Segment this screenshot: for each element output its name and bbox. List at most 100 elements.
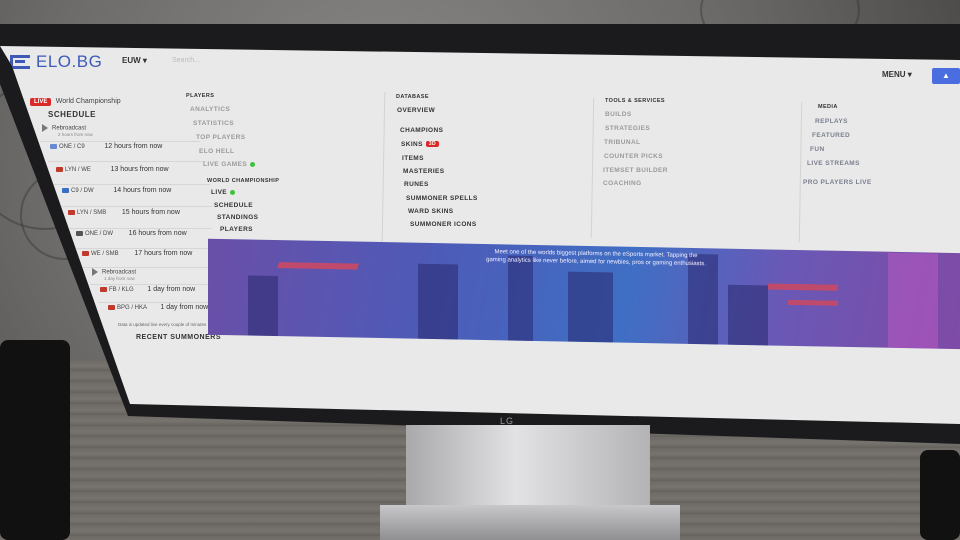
divider <box>98 302 216 303</box>
row-teams: Rebroadcast <box>102 269 137 276</box>
schedule-row[interactable]: Rebroadcast 2 hours from now <box>42 124 93 137</box>
menu-link[interactable]: STRATEGIES <box>605 125 650 132</box>
menu-button[interactable]: MENU ▾ <box>882 70 912 79</box>
menu-link[interactable]: PLAYERS <box>220 226 253 233</box>
divider <box>90 284 214 285</box>
user-button[interactable]: ▲ <box>932 68 960 84</box>
update-note: Data is updated live every couple of min… <box>118 322 207 327</box>
right-speaker <box>920 450 960 540</box>
menu-link[interactable]: PRO PLAYERS LIVE <box>803 179 872 186</box>
world-championship-heading: WORLD CHAMPIONSHIP <box>207 178 280 184</box>
schedule-row[interactable]: BPG / HKA 1 day from now <box>108 304 208 311</box>
live-dot-icon <box>230 189 236 195</box>
menu-link[interactable]: RUNES <box>404 181 429 188</box>
menu-link[interactable]: ITEMS <box>402 155 424 162</box>
menu-link-label: SKINS <box>401 141 423 148</box>
row-time: 1 day from now <box>147 286 196 293</box>
menu-link[interactable]: TOP PLAYERS <box>196 134 245 141</box>
menu-link[interactable]: STANDINGS <box>217 214 258 221</box>
region-label: EUW <box>122 56 141 65</box>
menu-link[interactable]: SCHEDULE <box>214 202 253 209</box>
monitor-brand-logo: LG <box>500 416 515 426</box>
menu-link[interactable]: COACHING <box>603 180 642 187</box>
menu-link[interactable]: LIVE <box>211 189 236 196</box>
chevron-down-icon: ▾ <box>907 70 912 79</box>
menu-link[interactable]: MASTERIES <box>403 168 445 175</box>
monitor-stand <box>406 425 650 515</box>
column-divider <box>798 102 803 242</box>
live-dot-icon <box>250 161 256 167</box>
search-input[interactable]: Search... <box>172 57 200 64</box>
row-time: 1 day from now <box>160 304 209 311</box>
team-logo-icon <box>82 250 89 256</box>
row-time: 17 hours from now <box>134 250 193 257</box>
menu-link[interactable]: STATISTICS <box>193 120 234 127</box>
column-divider <box>381 92 386 242</box>
database-heading: DATABASE <box>396 94 429 100</box>
live-link-label: World Championship <box>55 98 121 105</box>
row-teams: C9 / DW <box>71 188 94 194</box>
team-logo-icon <box>68 209 75 215</box>
menu-link[interactable]: ANALYTICS <box>190 106 230 113</box>
row-time: 13 hours from now <box>110 166 169 173</box>
media-heading: MEDIA <box>818 104 838 110</box>
pagoda-roof <box>276 262 360 270</box>
schedule-row[interactable]: C9 / DW 14 hours from now <box>62 187 171 194</box>
elo-logo-icon <box>10 55 30 69</box>
row-sub: 1 day from now <box>104 276 135 281</box>
menu-link[interactable]: LIVE STREAMS <box>807 160 860 167</box>
menu-link[interactable]: OVERVIEW <box>397 107 435 114</box>
banner-building <box>728 284 768 346</box>
team-logo-icon <box>108 304 115 310</box>
schedule-row[interactable]: FB / KLG 1 day from now <box>100 286 195 293</box>
row-teams: LYN / SMB <box>77 210 107 216</box>
tools-heading: TOOLS & SERVICES <box>605 98 665 104</box>
schedule-row[interactable]: LYN / WE 13 hours from now <box>56 166 169 173</box>
menu-link[interactable]: SUMMONER ICONS <box>410 221 477 228</box>
chevron-down-icon: ▾ <box>142 56 147 65</box>
browser-screen: ELO.BG EUW ▾ Search... MENU ▾ ▲ LIVE Wor… <box>0 46 960 424</box>
divider <box>40 141 200 142</box>
menu-link[interactable]: COUNTER PICKS <box>604 153 663 160</box>
menu-link[interactable]: BUILDS <box>605 111 632 118</box>
menu-link[interactable]: SUMMONER SPELLS <box>406 195 478 202</box>
schedule-row[interactable]: WE / SMB 17 hours from now <box>82 250 192 257</box>
pagoda-roof <box>788 299 838 306</box>
schedule-row[interactable]: LYN / SMB 15 hours from now <box>68 209 180 216</box>
pagoda-roof <box>768 283 838 291</box>
menu-link[interactable]: ITEMSET BUILDER <box>603 167 668 174</box>
menu-link[interactable]: FEATURED <box>812 132 850 139</box>
column-divider <box>590 98 595 238</box>
team-logo-icon <box>56 166 63 172</box>
schedule-row[interactable]: ONE / DW 16 hours from now <box>76 230 187 237</box>
row-time: 15 hours from now <box>121 209 180 216</box>
user-icon: ▲ <box>942 71 950 80</box>
live-badge: LIVE <box>30 98 52 106</box>
region-selector[interactable]: EUW ▾ <box>122 56 147 65</box>
schedule-row[interactable]: Rebroadcast 1 day from now <box>92 268 136 281</box>
live-championship-link[interactable]: LIVE World Championship <box>30 90 121 108</box>
menu-label: MENU <box>882 70 906 79</box>
menu-link[interactable]: FUN <box>810 146 825 153</box>
team-logo-icon <box>100 286 107 292</box>
players-heading: PLAYERS <box>186 93 215 99</box>
play-icon <box>92 268 98 276</box>
hero-banner: Meet one of the worlds biggest platforms… <box>208 238 960 350</box>
row-time: 14 hours from now <box>113 187 172 194</box>
menu-link-label: LIVE <box>211 189 228 196</box>
menu-link[interactable]: TRIBUNAL <box>604 139 640 146</box>
menu-link[interactable]: REPLAYS <box>815 118 848 125</box>
menu-link[interactable]: CHAMPIONS <box>400 127 443 134</box>
row-teams: BPG / HKA <box>117 305 147 311</box>
site-logo[interactable]: ELO.BG <box>10 52 102 72</box>
menu-link-label: LIVE GAMES <box>203 161 248 168</box>
menu-link[interactable]: ELO HELL <box>199 148 234 155</box>
menu-link[interactable]: WARD SKINS <box>408 208 454 215</box>
row-sub: 2 hours from now <box>58 132 93 137</box>
schedule-row[interactable]: ONE / C9 12 hours from now <box>50 143 162 150</box>
menu-link[interactable]: LIVE GAMES <box>203 161 256 168</box>
3d-badge: 3D <box>425 141 440 148</box>
row-teams: WE / SMB <box>91 251 119 257</box>
menu-link[interactable]: SKINS 3D <box>401 141 440 148</box>
schedule-title: SCHEDULE <box>48 110 97 119</box>
